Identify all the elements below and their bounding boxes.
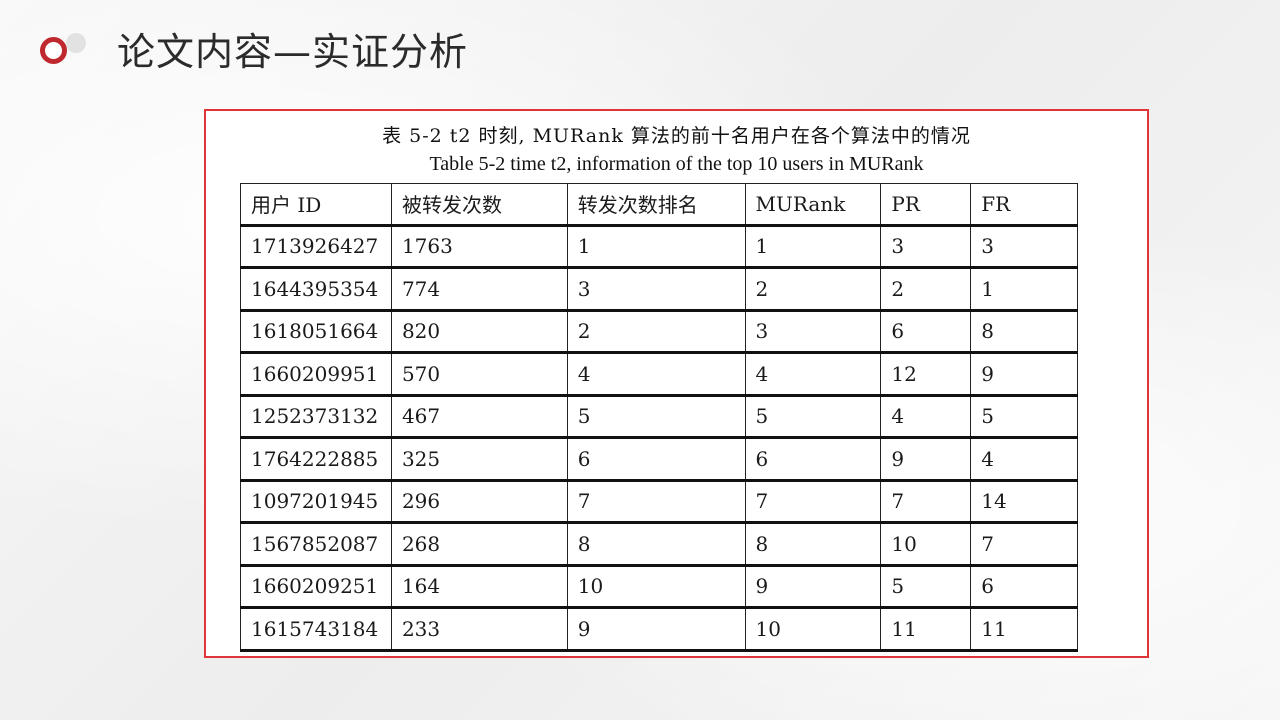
cell-pr: 10: [880, 522, 972, 567]
table-body: 1713926427 1763 1 1 3 3 1644395354 774 3 2 2 1 16180…: [240, 224, 1078, 652]
table-row: 1713926427 1763 1 1 3 3: [240, 224, 1078, 269]
cell-fr: 5: [970, 394, 1078, 439]
cell-retweet-rank: 3: [566, 267, 746, 312]
cell-retweet-rank: 8: [566, 522, 746, 567]
cell-pr: 9: [880, 437, 972, 482]
cell-pr: 5: [880, 564, 972, 609]
header-fr: FR: [970, 183, 1078, 227]
cell-fr: 4: [970, 437, 1078, 482]
header-retweet-rank: 转发次数排名: [566, 183, 746, 227]
cell-retweeted-count: 164: [390, 564, 568, 609]
cell-murank: 5: [744, 394, 882, 439]
cell-retweet-rank: 1: [566, 224, 746, 269]
table-row: 1764222885 325 6 6 9 4: [240, 437, 1078, 482]
cell-retweet-rank: 7: [566, 479, 746, 524]
cell-user-id: 1615743184: [240, 607, 392, 652]
table-row: 1615743184 233 9 10 11 11: [240, 607, 1078, 652]
cell-pr: 2: [880, 267, 972, 312]
table-row: 1567852087 268 8 8 10 7: [240, 522, 1078, 567]
cell-retweeted-count: 1763: [390, 224, 568, 269]
cell-pr: 12: [880, 352, 972, 397]
cell-fr: 11: [970, 607, 1078, 652]
cell-retweeted-count: 233: [390, 607, 568, 652]
cell-murank: 10: [744, 607, 882, 652]
cell-user-id: 1764222885: [240, 437, 392, 482]
cell-retweet-rank: 4: [566, 352, 746, 397]
table-caption-english: Table 5-2 time t2, information of the to…: [429, 153, 924, 175]
cell-murank: 1: [744, 224, 882, 269]
cell-retweet-rank: 9: [566, 607, 746, 652]
cell-user-id: 1252373132: [240, 394, 392, 439]
cell-user-id: 1713926427: [240, 224, 392, 269]
header-murank: MURank: [744, 183, 882, 227]
cell-pr: 3: [880, 224, 972, 269]
cell-pr: 11: [880, 607, 972, 652]
cell-murank: 6: [744, 437, 882, 482]
cell-pr: 4: [880, 394, 972, 439]
cell-retweeted-count: 774: [390, 267, 568, 312]
cell-fr: 1: [970, 267, 1078, 312]
table-figure: 表 5-2 t2 时刻, MURank 算法的前十名用户在各个算法中的情况 Ta…: [204, 109, 1149, 658]
table-row: 1252373132 467 5 5 4 5: [240, 394, 1078, 439]
cell-retweet-rank: 2: [566, 309, 746, 354]
cell-murank: 8: [744, 522, 882, 567]
cell-fr: 14: [970, 479, 1078, 524]
cell-murank: 3: [744, 309, 882, 354]
cell-retweeted-count: 570: [390, 352, 568, 397]
cell-pr: 6: [880, 309, 972, 354]
table-caption-chinese: 表 5-2 t2 时刻, MURank 算法的前十名用户在各个算法中的情况: [382, 125, 971, 147]
header-pr: PR: [880, 183, 972, 227]
cell-user-id: 1618051664: [240, 309, 392, 354]
header-user-id: 用户 ID: [240, 183, 392, 227]
cell-retweet-rank: 5: [566, 394, 746, 439]
slide-title: 论文内容—实证分析: [117, 30, 469, 74]
cell-retweeted-count: 268: [390, 522, 568, 567]
table-header-row: 用户 ID 被转发次数 转发次数排名 MURank PR FR: [240, 183, 1078, 227]
cell-retweeted-count: 325: [390, 437, 568, 482]
cell-fr: 9: [970, 352, 1078, 397]
table-row: 1097201945 296 7 7 7 14: [240, 479, 1078, 524]
cell-user-id: 1660209951: [240, 352, 392, 397]
cell-user-id: 1644395354: [240, 267, 392, 312]
cell-murank: 2: [744, 267, 882, 312]
table-row: 1660209251 164 10 9 5 6: [240, 564, 1078, 609]
header-retweeted-count: 被转发次数: [390, 183, 568, 227]
table-row: 1644395354 774 3 2 2 1: [240, 267, 1078, 312]
cell-retweet-rank: 6: [566, 437, 746, 482]
ring-bullet-icon: [40, 37, 67, 64]
table-row: 1660209951 570 4 4 12 9: [240, 352, 1078, 397]
cell-murank: 4: [744, 352, 882, 397]
cell-murank: 9: [744, 564, 882, 609]
cell-retweeted-count: 467: [390, 394, 568, 439]
cell-murank: 7: [744, 479, 882, 524]
table-row: 1618051664 820 2 3 6 8: [240, 309, 1078, 354]
ranking-table: 用户 ID 被转发次数 转发次数排名 MURank PR FR 17139264…: [240, 183, 1078, 652]
cell-retweeted-count: 296: [390, 479, 568, 524]
cell-user-id: 1097201945: [240, 479, 392, 524]
cell-user-id: 1567852087: [240, 522, 392, 567]
cell-user-id: 1660209251: [240, 564, 392, 609]
cell-fr: 8: [970, 309, 1078, 354]
decorative-dot-icon: [66, 33, 86, 53]
cell-fr: 7: [970, 522, 1078, 567]
cell-retweeted-count: 820: [390, 309, 568, 354]
cell-fr: 3: [970, 224, 1078, 269]
cell-retweet-rank: 10: [566, 564, 746, 609]
cell-pr: 7: [880, 479, 972, 524]
cell-fr: 6: [970, 564, 1078, 609]
